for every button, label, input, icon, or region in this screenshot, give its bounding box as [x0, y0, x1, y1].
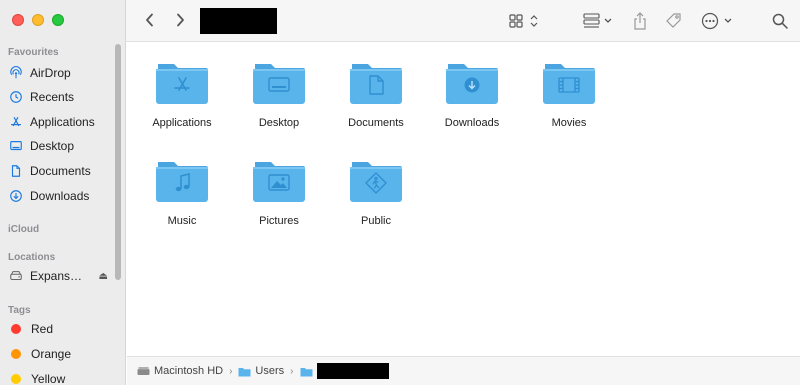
orange-tag-dot: [11, 349, 21, 359]
group-by-icon: [583, 13, 612, 28]
folder-item-desktop[interactable]: Desktop: [234, 61, 324, 129]
applications-icon: [8, 114, 24, 130]
sidebar-item-tag-orange[interactable]: Orange: [8, 343, 114, 365]
folder-label: Documents: [348, 117, 404, 129]
drive-icon: [8, 268, 24, 284]
folder-item-movies[interactable]: Movies: [524, 61, 614, 129]
sidebar-scrollbar[interactable]: [115, 44, 121, 280]
toolbar: [126, 0, 800, 42]
folder-label: Music: [167, 215, 197, 227]
folder-icon: [238, 367, 251, 376]
path-segment-label: Users: [255, 365, 285, 377]
more-icon: [701, 12, 732, 30]
sidebar-item-label: Applications: [30, 115, 95, 129]
search-button[interactable]: [772, 11, 788, 31]
minimize-button[interactable]: [32, 14, 44, 26]
more-actions-button[interactable]: [701, 11, 733, 31]
eject-icon[interactable]: ⏏: [99, 271, 108, 282]
desktop-icon: [8, 138, 24, 154]
folder-item-music[interactable]: Music: [137, 159, 227, 227]
hard-drive-icon: [137, 366, 150, 375]
sidebar-item-label: Red: [31, 322, 54, 336]
folder-item-public[interactable]: Public: [331, 159, 421, 227]
yellow-tag-dot: [11, 374, 21, 384]
locations-title: Locations: [8, 252, 56, 263]
chevron-left-icon: [146, 13, 153, 27]
sidebar-item-tag-yellow[interactable]: Yellow: [8, 368, 114, 385]
sidebar-item-airdrop[interactable]: AirDrop: [8, 62, 114, 84]
window-controls: [12, 14, 64, 26]
folder-icon: [445, 61, 499, 105]
tags-title: Tags: [8, 305, 31, 316]
folder-label: Pictures: [259, 215, 299, 227]
favourites-title: Favourites: [8, 47, 59, 58]
folder-item-document[interactable]: Documents: [331, 61, 421, 129]
grid-view-icon: [509, 14, 538, 28]
sidebar-item-applications[interactable]: Applications: [8, 111, 114, 133]
sidebar-item-expansion-drive[interactable]: Expans… ⏏: [8, 265, 114, 287]
chevron-right-icon: [177, 13, 184, 27]
sidebar-item-label: Expans…: [30, 269, 83, 283]
share-icon: [634, 12, 646, 30]
folder-icon: [542, 61, 596, 105]
folder-icon: [349, 61, 403, 105]
back-button[interactable]: [140, 10, 160, 30]
sidebar-item-label: Recents: [30, 90, 75, 104]
airdrop-icon: [8, 65, 24, 81]
path-separator: ›: [229, 365, 233, 377]
sidebar-item-tag-red[interactable]: Red: [8, 318, 114, 340]
folder-icon: [155, 61, 209, 105]
red-tag-dot: [11, 324, 21, 334]
close-button[interactable]: [12, 14, 24, 26]
view-options-button[interactable]: [509, 11, 541, 31]
download-icon: [8, 188, 24, 204]
folder-item-pictures[interactable]: Pictures: [234, 159, 324, 227]
finder-window: Favourites AirDrop Recents Applications …: [0, 0, 800, 385]
search-icon: [772, 13, 788, 29]
sidebar-item-recents[interactable]: Recents: [8, 86, 114, 108]
folder-icon: [300, 367, 312, 376]
folder-icon: [349, 159, 403, 203]
zoom-button[interactable]: [52, 14, 64, 26]
folder-label: Public: [361, 215, 391, 227]
sidebar-item-label: AirDrop: [30, 66, 71, 80]
sidebar-item-documents[interactable]: Documents: [8, 160, 114, 182]
folder-icon: [252, 61, 306, 105]
folder-label: Applications: [152, 117, 212, 129]
path-segment-macintosh-hd[interactable]: Macintosh HD: [137, 365, 223, 377]
sidebar: Favourites AirDrop Recents Applications …: [0, 0, 126, 385]
folder-item-applications[interactable]: Applications: [137, 61, 227, 129]
path-bar: Macintosh HD › Users ›: [127, 356, 800, 385]
folder-icon: [155, 159, 209, 203]
sidebar-item-label: Orange: [31, 347, 72, 361]
file-browser: Applications Desktop Documents Downloads Mov…: [127, 43, 800, 356]
tag-icon: [666, 13, 681, 28]
folder-label: Movies: [551, 117, 587, 129]
folder-label: Desktop: [258, 117, 300, 129]
path-segment-users[interactable]: Users: [238, 365, 284, 377]
icloud-title: iCloud: [8, 224, 40, 235]
sidebar-item-label: Downloads: [30, 189, 90, 203]
tag-button[interactable]: [665, 11, 683, 31]
sidebar-item-label: Yellow: [31, 372, 66, 385]
path-segment-redacted: [316, 363, 389, 379]
sidebar-item-label: Documents: [30, 164, 91, 178]
clock-icon: [8, 89, 24, 105]
folder-label: Downloads: [444, 117, 500, 129]
forward-button[interactable]: [170, 10, 190, 30]
sidebar-item-label: Desktop: [30, 139, 75, 153]
path-separator: ›: [290, 365, 294, 377]
window-title-redacted: [200, 8, 277, 34]
folder-item-download[interactable]: Downloads: [427, 61, 517, 129]
share-button[interactable]: [633, 11, 647, 31]
path-segment-label: Macintosh HD: [154, 365, 224, 377]
folder-icon: [252, 159, 306, 203]
sidebar-item-desktop[interactable]: Desktop: [8, 135, 114, 157]
document-icon: [8, 163, 24, 179]
group-by-button[interactable]: [583, 11, 615, 31]
path-segment-home[interactable]: [300, 363, 389, 379]
sidebar-item-downloads[interactable]: Downloads: [8, 185, 114, 207]
